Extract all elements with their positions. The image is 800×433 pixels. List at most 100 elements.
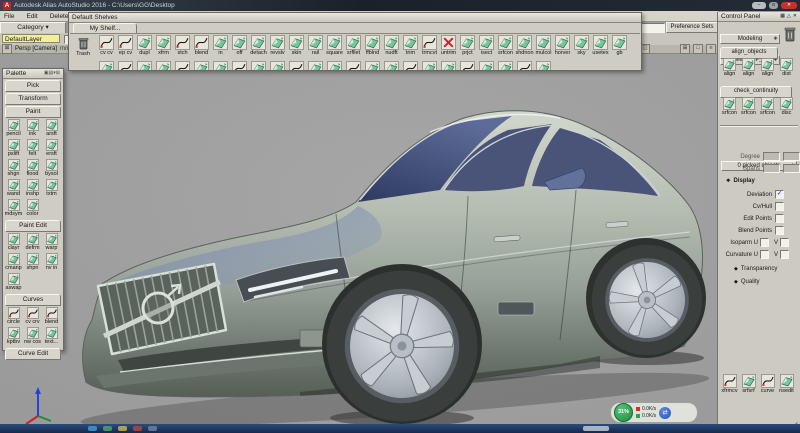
tool-isect[interactable]: isect [477, 35, 496, 56]
taskbar-app-icon[interactable] [133, 426, 142, 431]
tool-color[interactable]: color [23, 199, 42, 219]
spans-v-field[interactable] [783, 164, 800, 173]
tool-mdsym[interactable]: mdsym [4, 199, 23, 219]
tool-wand[interactable]: wand [4, 179, 23, 199]
cp-display-header[interactable]: ❖ Display [718, 178, 800, 184]
tool-pencil[interactable]: pencil [4, 119, 23, 139]
tool-shgn[interactable]: shgn [4, 159, 23, 179]
tool-shelf-13[interactable] [344, 61, 363, 71]
tool-shelf-11[interactable] [306, 61, 325, 71]
cp-trash-icon[interactable] [782, 25, 798, 43]
tool-sky[interactable]: sky [572, 35, 591, 56]
palette-tab-curves[interactable]: Curves [5, 294, 61, 306]
tool-ink[interactable]: ink [23, 119, 42, 139]
tool-txtm[interactable]: txtm [42, 179, 61, 199]
isoparm-v-checkbox[interactable] [780, 238, 789, 247]
palette-window-buttons-icon[interactable]: ▣▤▾⊠ [44, 69, 60, 78]
tool-prjct[interactable]: prjct [458, 35, 477, 56]
tool-shelf-19[interactable] [458, 61, 477, 71]
tool-blend[interactable]: blend [192, 35, 211, 56]
tool-shelf-18[interactable] [439, 61, 458, 71]
close-button[interactable]: ✕ [781, 2, 797, 9]
tool-shelf-8[interactable] [249, 61, 268, 71]
tool-shdnon[interactable]: shdnon [515, 35, 534, 56]
tool-curve[interactable]: curve [758, 374, 777, 394]
curvature-u-checkbox[interactable] [760, 250, 769, 259]
tool-ersft[interactable]: ersft [42, 139, 61, 159]
tool-shelf-14[interactable] [363, 61, 382, 71]
tool-srfcon[interactable]: srfcon [720, 97, 739, 116]
taskbar-app-icon[interactable] [118, 426, 127, 431]
control-panel-titlebar[interactable]: Control Panel ▦ △ ✕ [718, 12, 800, 22]
tool-shelf-4[interactable] [173, 61, 192, 71]
curvature-v-checkbox[interactable] [780, 250, 789, 259]
tool-shelf-0[interactable] [97, 61, 116, 71]
tool-blend[interactable]: blend [42, 307, 61, 327]
tool-srfcon[interactable]: srfcon [496, 35, 515, 56]
cp-transparency-section[interactable]: ◆ Transparency [718, 266, 800, 272]
palette-window[interactable]: Palette ▣▤▾⊠ Pick Transform Paint pencil… [2, 68, 64, 351]
tool-circle[interactable]: circle [4, 307, 23, 327]
tool-nv-in[interactable]: nv in [42, 253, 61, 273]
tool-shelf-7[interactable] [230, 61, 249, 71]
shelf-trash-tool[interactable]: Trash [72, 36, 94, 57]
tool-srfllet[interactable]: srfllet [344, 35, 363, 56]
tool-clayr[interactable]: clayr [4, 233, 23, 253]
tool-horver[interactable]: horver [553, 35, 572, 56]
taskbar-app-icon[interactable] [148, 426, 157, 431]
sync-icon[interactable]: ⇄ [659, 407, 671, 419]
tool-inshp[interactable]: inshp [23, 179, 42, 199]
tool-nudft[interactable]: nudft [382, 35, 401, 56]
maximize-button[interactable]: o [769, 2, 778, 9]
system-status-widget[interactable]: 31% 0.0K/s 0.0K/s ⇄ [610, 402, 698, 423]
tool-untrim[interactable]: untrim [439, 35, 458, 56]
window-title-bar[interactable]: A Autodesk Alias AutoStudio 2016 - C:\Us… [0, 0, 800, 11]
tool-xfrmcv[interactable]: xfrmcv [720, 374, 739, 394]
blend-points-checkbox[interactable] [775, 226, 784, 235]
tool-align[interactable]: align [720, 58, 739, 77]
taskbar-app-icon[interactable] [88, 426, 97, 431]
pane-split-icon[interactable]: ⊞ [680, 44, 690, 54]
tool-disc[interactable]: disc [777, 97, 796, 116]
palette-tab-curve-edit[interactable]: Curve Edit [5, 348, 61, 360]
minimize-button[interactable]: – [752, 2, 766, 9]
tool-nw-cos[interactable]: nw cos [23, 327, 42, 347]
tool-cmanp[interactable]: cmanp [4, 253, 23, 273]
edit-points-checkbox[interactable] [775, 214, 784, 223]
palette-tab-transform[interactable]: Transform [5, 93, 61, 105]
tool-xfrm[interactable]: xfrm [154, 35, 173, 56]
tool-defrm[interactable]: defrm [23, 233, 42, 253]
tool-srfcon[interactable]: srfcon [758, 97, 777, 116]
tool-stch[interactable]: stch [173, 35, 192, 56]
tool-bysol[interactable]: bysol [42, 159, 61, 179]
tool-shpn[interactable]: shpn [23, 253, 42, 273]
cvhull-checkbox[interactable] [775, 202, 784, 211]
tool-shelf-22[interactable] [515, 61, 534, 71]
taskbar-app-icon[interactable] [103, 426, 112, 431]
active-layer-chip[interactable]: DefaultLayer [2, 34, 60, 43]
pane-menu-icon[interactable]: ≡ [706, 44, 716, 54]
tool-flood[interactable]: flood [23, 159, 42, 179]
tool-ffblnd[interactable]: ffblnd [363, 35, 382, 56]
tool-shelf-3[interactable] [154, 61, 173, 71]
tool-dist[interactable]: dist [777, 58, 796, 77]
tool-srfcon[interactable]: srfcon [739, 97, 758, 116]
tool-shelf-9[interactable] [268, 61, 287, 71]
menu-delete[interactable]: Delete [50, 13, 69, 20]
tool-ep-cv[interactable]: ep cv [116, 35, 135, 56]
tool-shelf-16[interactable] [401, 61, 420, 71]
tool-shelf-17[interactable] [420, 61, 439, 71]
tool-cv-crv[interactable]: cv crv [23, 307, 42, 327]
palette-tab-paint[interactable]: Paint [5, 106, 61, 118]
viewport-close-icon[interactable]: ⊠ [2, 44, 12, 54]
shelves-window-titlebar[interactable]: Default Shelves [69, 13, 641, 23]
tool-mulcol[interactable]: mulcol [534, 35, 553, 56]
tool-cv-cv[interactable]: cv cv [97, 35, 116, 56]
tool-align[interactable]: align [739, 58, 758, 77]
tool-in[interactable]: in [211, 35, 230, 56]
viewport-camera-label[interactable]: Persp [Camera] [15, 46, 57, 52]
tool-shelf-23[interactable] [534, 61, 553, 71]
degree-u-field[interactable] [763, 152, 780, 161]
taskbar-active-window[interactable] [583, 426, 609, 431]
tool-detach[interactable]: detach [249, 35, 268, 56]
